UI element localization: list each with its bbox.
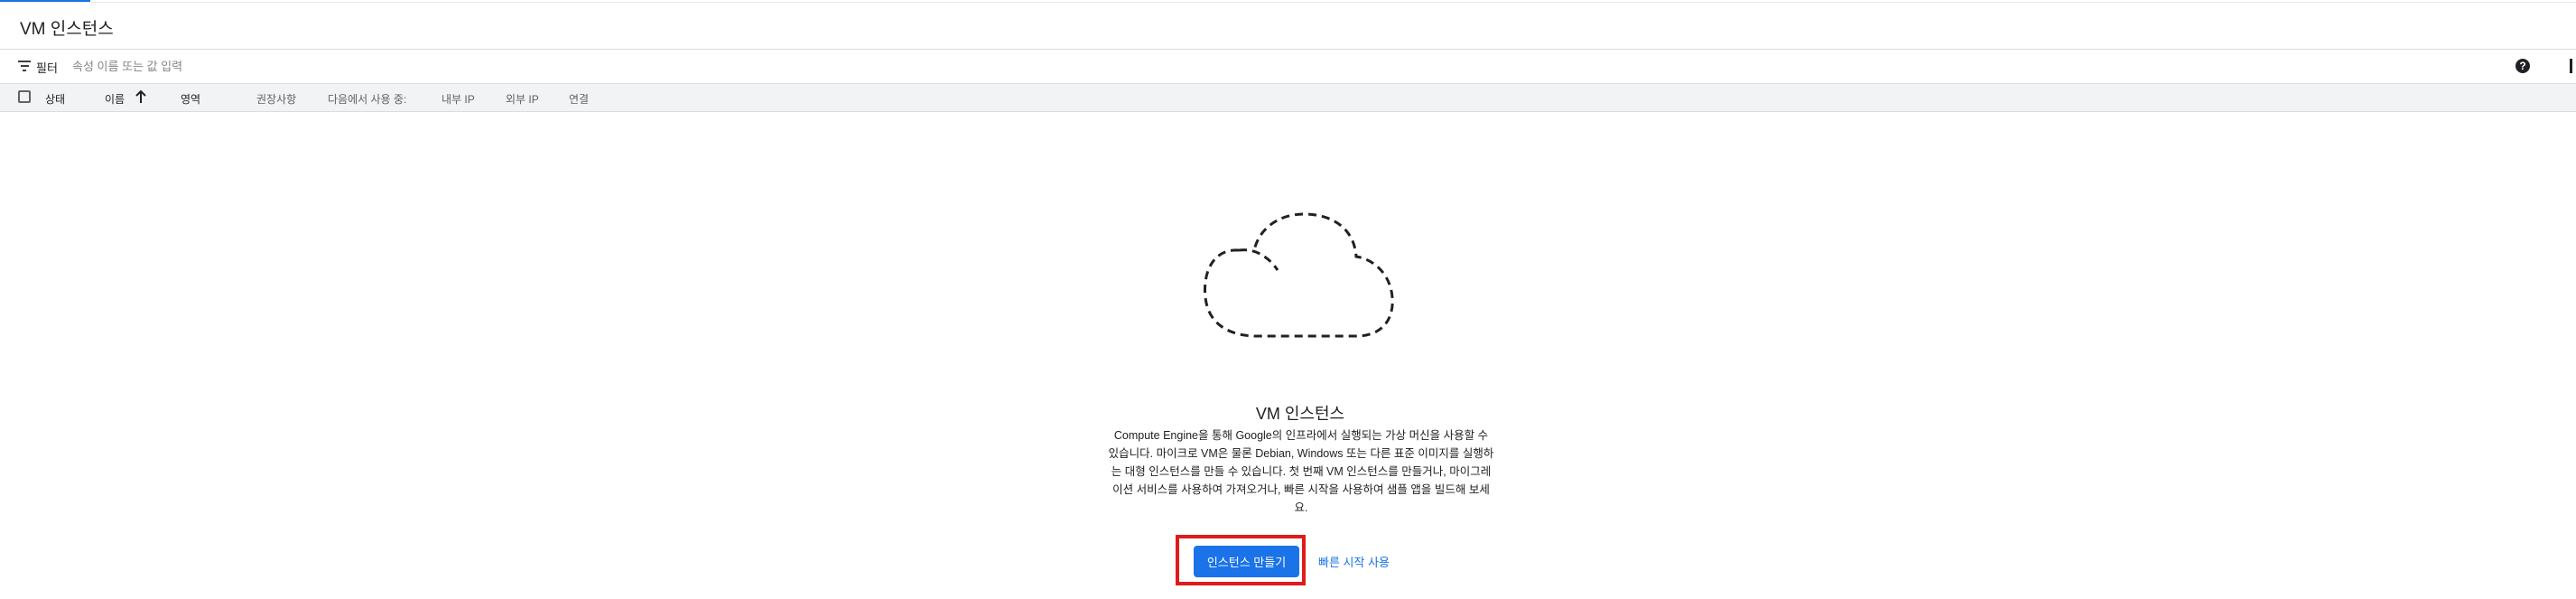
page-title: VM 인스턴스 (20, 20, 114, 39)
column-header-in-use-by[interactable]: 다음에서 사용 중: (328, 91, 406, 107)
table-header: 상태 이름 영역 권장사항 다음에서 사용 중: 내부 IP 외부 IP 연결 (0, 84, 2576, 112)
help-icon[interactable]: ? (2516, 59, 2530, 73)
filter-input[interactable] (72, 55, 542, 77)
description-line: 요. (1294, 501, 1308, 514)
empty-state-description: Compute Engine을 통해 Google의 인프라에서 실행되는 가상… (1089, 426, 1513, 517)
arrow-up-icon[interactable] (134, 88, 148, 106)
column-header-external-ip[interactable]: 외부 IP (506, 91, 539, 107)
description-line: 있습니다. 마이크로 VM은 물론 Debian, Windows 또는 다른 … (1108, 447, 1494, 460)
select-all-checkbox[interactable] (18, 90, 31, 103)
empty-state: VM 인스턴스 Compute Engine을 통해 Google의 인프라에서… (0, 112, 2576, 599)
create-instance-button[interactable]: 인스턴스 만들기 (1194, 546, 1299, 577)
column-display-icon[interactable] (2570, 59, 2572, 73)
description-line: Compute Engine을 통해 Google의 인프라에서 실행되는 가상… (1113, 429, 1489, 442)
column-header-recommendations[interactable]: 권장사항 (256, 91, 296, 107)
column-header-zone[interactable]: 영역 (181, 91, 200, 107)
filter-label[interactable]: 필터 (36, 59, 58, 76)
cloud-outline-icon (1203, 212, 1394, 338)
description-line: 는 대형 인스턴스를 만들 수 있습니다. 첫 번째 VM 인스턴스를 만들거나… (1111, 465, 1492, 478)
page-header: VM 인스턴스 (0, 3, 2576, 50)
filter-icon[interactable] (18, 61, 31, 71)
quickstart-link[interactable]: 빠른 시작 사용 (1318, 553, 1390, 570)
description-line: 이션 서비스를 사용하여 가져오거나, 빠른 시작을 사용하여 샘플 앱을 빌드… (1112, 483, 1490, 496)
column-header-connect[interactable]: 연결 (569, 91, 589, 107)
empty-state-title: VM 인스턴스 (1255, 405, 1345, 423)
filter-bar: 필터 ? (0, 50, 2576, 84)
column-header-internal-ip[interactable]: 내부 IP (442, 91, 475, 107)
column-header-name[interactable]: 이름 (105, 91, 125, 107)
column-header-status[interactable]: 상태 (45, 91, 65, 107)
